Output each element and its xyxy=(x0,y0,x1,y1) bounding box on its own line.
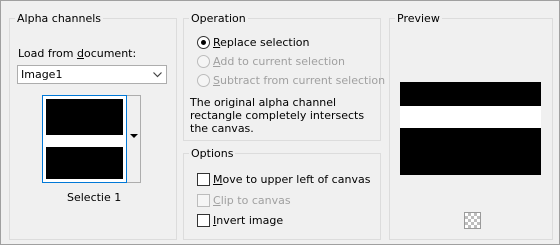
radio-button[interactable] xyxy=(197,74,210,87)
channel-list-dropdown-button[interactable] xyxy=(127,95,141,183)
document-dropdown[interactable]: Image1 xyxy=(17,65,167,84)
checkbox-label: Move to upper left of canvas xyxy=(213,173,371,186)
radio-button[interactable] xyxy=(197,36,210,49)
alpha-channels-title: Alpha channels xyxy=(15,12,104,25)
radio-label: Subtract from current selection xyxy=(213,74,386,87)
chevron-down-icon xyxy=(153,72,162,78)
alpha-channel-thumbnail[interactable] xyxy=(42,95,127,183)
operation-title: Operation xyxy=(189,12,248,25)
checkbox[interactable] xyxy=(197,214,210,227)
radio-selected-dot xyxy=(201,40,206,45)
radio-label: Add to current selection xyxy=(213,55,345,68)
thumbnail-white-band xyxy=(46,135,123,147)
preview-image xyxy=(400,82,541,175)
dropdown-arrow-icon xyxy=(130,134,138,138)
checkbox[interactable] xyxy=(197,173,210,186)
transparency-checker-icon[interactable] xyxy=(464,212,481,229)
checkbox-label: Clip to canvas xyxy=(213,194,291,207)
checkbox[interactable] xyxy=(197,194,210,207)
load-from-document-label: Load from document: xyxy=(18,47,137,60)
preview-title: Preview xyxy=(395,12,442,25)
radio-label: Replace selection xyxy=(213,36,310,49)
options-title: Options xyxy=(189,147,236,160)
checkbox-label: Invert image xyxy=(213,214,284,227)
load-alpha-channel-dialog: Alpha channels Load from document: Image… xyxy=(0,0,560,245)
preview-white-band xyxy=(400,106,541,128)
document-dropdown-value: Image1 xyxy=(21,68,63,81)
intersection-message: The original alpha channel rectangle com… xyxy=(190,96,365,135)
thumbnail-image xyxy=(46,99,123,179)
channel-name: Selectie 1 xyxy=(67,191,122,204)
radio-button[interactable] xyxy=(197,55,210,68)
